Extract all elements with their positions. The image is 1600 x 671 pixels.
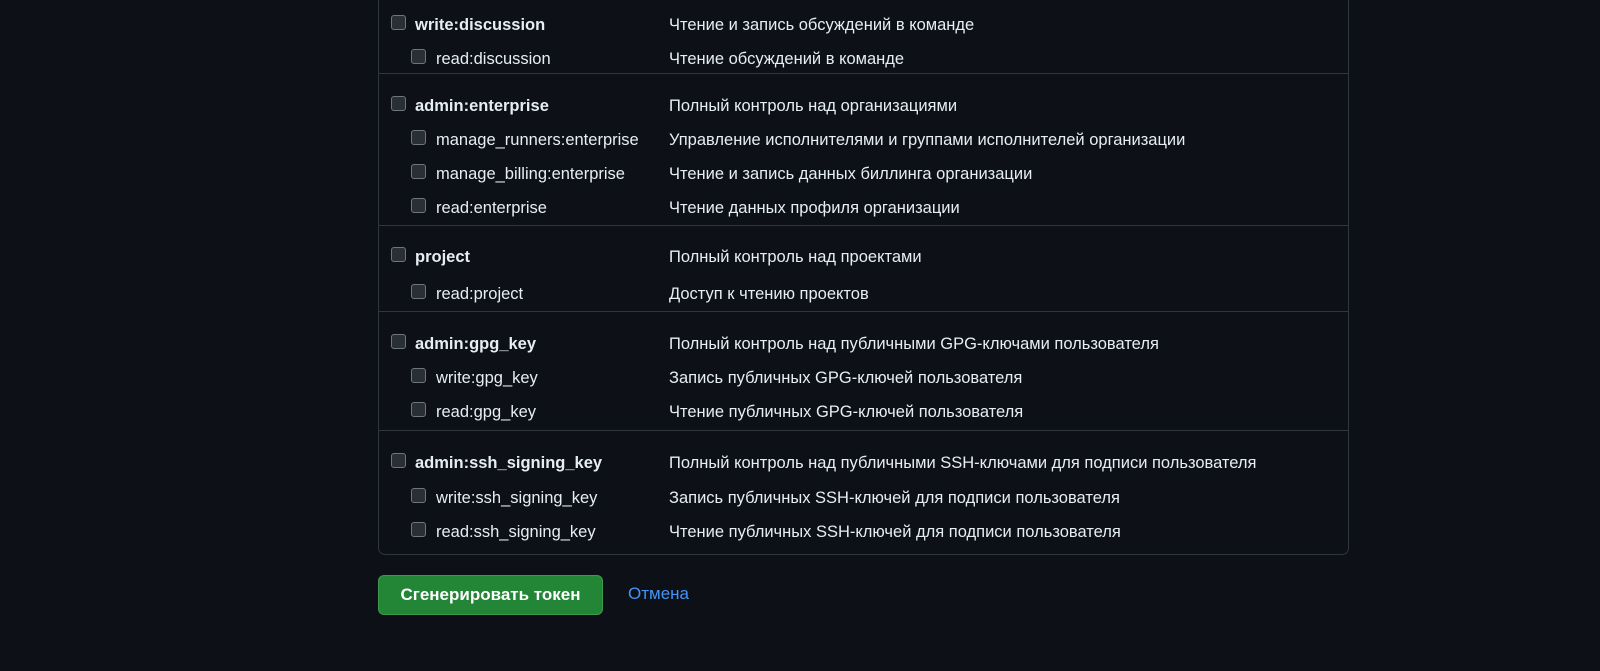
scope-parent-row: admin:enterprise Полный контроль над орга… (379, 95, 1348, 129)
scope-checkbox[interactable] (411, 522, 426, 537)
scope-checkbox[interactable] (391, 247, 406, 262)
scope-group: admin:ssh_signing_key Полный контроль над… (379, 430, 1348, 555)
scope-checkbox[interactable] (391, 453, 406, 468)
scope-checkbox[interactable] (391, 96, 406, 111)
scope-group: write:discussion Чтение и запись обсужден… (379, 0, 1348, 74)
scope-description: Запись публичных GPG-ключей пользователя (669, 369, 1023, 387)
scope-child-row: read:ssh_signing_key Чтение публичных SSH… (379, 521, 1348, 555)
scopes-list: write:discussion Чтение и запись обсужден… (378, 0, 1349, 555)
scope-description: Чтение и запись обсуждений в команде (669, 16, 975, 34)
scope-name[interactable]: write:discussion (415, 16, 545, 35)
scope-name[interactable]: read:ssh_signing_key (436, 523, 596, 542)
scope-parent-row: admin:gpg_key Полный контроль над публичн… (379, 333, 1348, 367)
scope-name[interactable]: read:project (436, 285, 523, 304)
scope-group: admin:enterprise Полный контроль над орга… (379, 73, 1348, 226)
scope-parent-row: admin:ssh_signing_key Полный контроль над… (379, 452, 1348, 486)
scope-description: Доступ к чтению проектов (669, 285, 869, 303)
scope-group: admin:gpg_key Полный контроль над публичн… (379, 311, 1348, 431)
scope-checkbox[interactable] (411, 198, 426, 213)
scope-name[interactable]: read:discussion (436, 50, 551, 69)
scope-description: Чтение публичных GPG-ключей пользователя (669, 403, 1024, 421)
scope-description: Чтение публичных SSH-ключей для подписи … (669, 523, 1121, 541)
scope-description: Запись публичных SSH-ключей для подписи … (669, 489, 1120, 507)
scope-name[interactable]: admin:ssh_signing_key (415, 454, 602, 473)
scope-name[interactable]: write:ssh_signing_key (436, 489, 597, 508)
scope-parent-row: write:discussion Чтение и запись обсужден… (379, 14, 1348, 48)
scope-checkbox[interactable] (391, 15, 406, 30)
scope-child-row: manage_billing:enterprise Чтение и запись… (379, 163, 1348, 197)
scope-checkbox[interactable] (411, 130, 426, 145)
scope-description: Чтение обсуждений в команде (669, 50, 905, 68)
scope-group: project Полный контроль над проектами read… (379, 225, 1348, 312)
scope-checkbox[interactable] (411, 488, 426, 503)
scope-name[interactable]: project (415, 248, 470, 267)
scope-name[interactable]: write:gpg_key (436, 369, 538, 388)
scope-name[interactable]: read:gpg_key (436, 403, 536, 422)
scope-name[interactable]: admin:gpg_key (415, 335, 536, 354)
cancel-link[interactable]: Отмена (628, 584, 689, 604)
scope-description: Чтение и запись данных биллинга организа… (669, 165, 1033, 183)
scope-description: Полный контроль над проектами (669, 248, 922, 266)
scope-checkbox[interactable] (411, 164, 426, 179)
scope-description: Полный контроль над организациями (669, 97, 958, 115)
token-scopes-page: write:discussion Чтение и запись обсужден… (0, 0, 1600, 671)
scope-child-row: manage_runners:enterprise Управление испо… (379, 129, 1348, 163)
scope-description: Чтение данных профиля организации (669, 199, 960, 217)
generate-token-button[interactable]: Сгенерировать токен (378, 575, 603, 615)
scope-name[interactable]: manage_billing:enterprise (436, 165, 625, 184)
scope-parent-row: project Полный контроль над проектами (379, 246, 1348, 280)
scope-description: Полный контроль над публичными GPG-ключа… (669, 335, 1159, 353)
scope-checkbox[interactable] (391, 334, 406, 349)
scope-name[interactable]: admin:enterprise (415, 97, 549, 116)
scope-child-row: write:ssh_signing_key Запись публичных SS… (379, 487, 1348, 521)
scope-checkbox[interactable] (411, 284, 426, 299)
scope-name[interactable]: manage_runners:enterprise (436, 131, 639, 150)
scope-checkbox[interactable] (411, 368, 426, 383)
scope-description: Управление исполнителями и группами испо… (669, 131, 1186, 149)
scope-description: Полный контроль над публичными SSH-ключа… (669, 454, 1257, 472)
scope-checkbox[interactable] (411, 49, 426, 64)
scope-child-row: write:gpg_key Запись публичных GPG-ключей… (379, 367, 1348, 401)
scope-name[interactable]: read:enterprise (436, 199, 547, 218)
scope-checkbox[interactable] (411, 402, 426, 417)
